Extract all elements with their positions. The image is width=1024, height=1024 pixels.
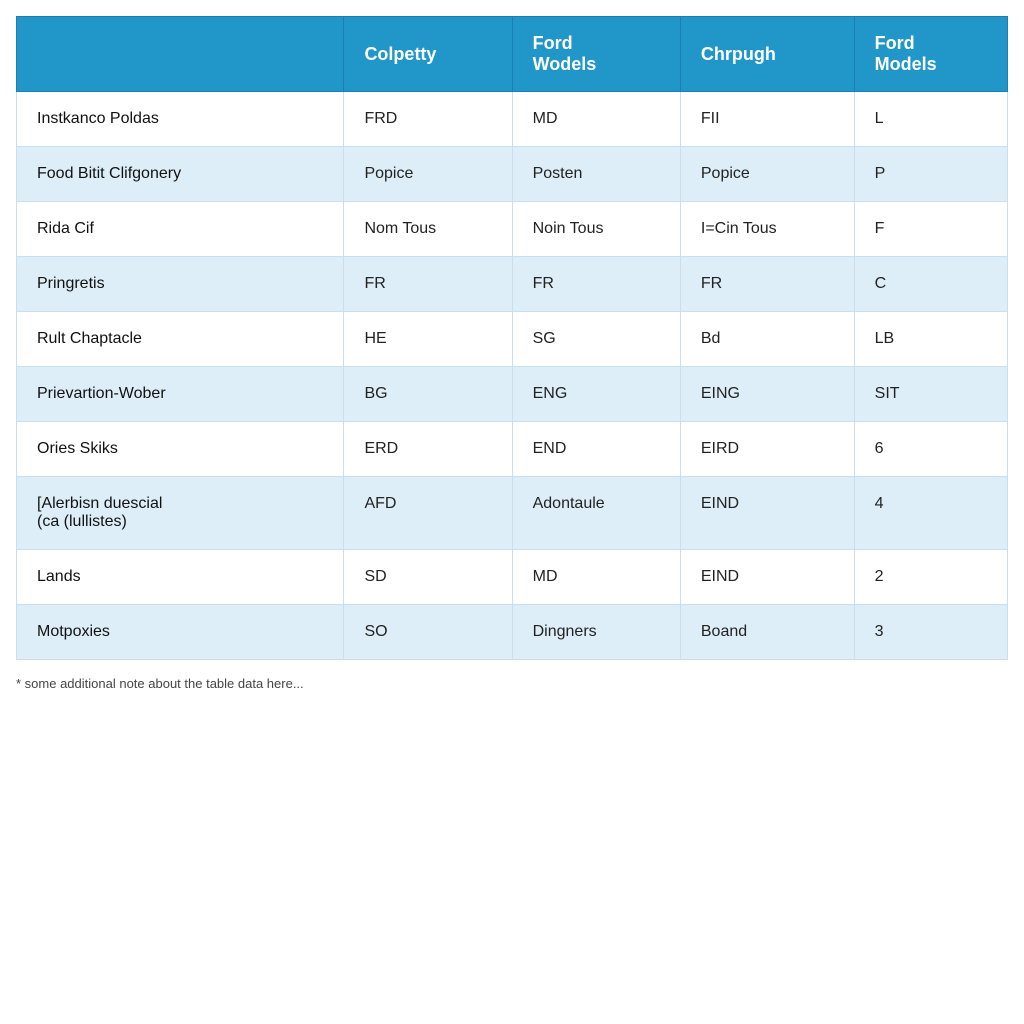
cell-name: Ories Skiks (17, 422, 344, 477)
cell-colpetty: FRD (344, 92, 512, 147)
cell-name: Rida Cif (17, 202, 344, 257)
cell-colpetty: HE (344, 312, 512, 367)
table-container: Colpetty Ford Wodels Chrpugh Ford Models… (16, 16, 1008, 660)
table-row: Food Bitit ClifgoneryPopicePostenPopiceP (17, 147, 1008, 202)
cell-colpetty: SD (344, 550, 512, 605)
cell-ford_models: 4 (854, 477, 1007, 550)
table-row: Ories SkiksERDENDEIRD6 (17, 422, 1008, 477)
cell-ford_models: C (854, 257, 1007, 312)
cell-colpetty: Nom Tous (344, 202, 512, 257)
table-row: Instkanco PoldasFRDMDFIIL (17, 92, 1008, 147)
cell-name: Motpoxies (17, 605, 344, 660)
cell-name: Pringretis (17, 257, 344, 312)
cell-chrpugh: FII (680, 92, 854, 147)
cell-ford_models: 3 (854, 605, 1007, 660)
cell-colpetty: AFD (344, 477, 512, 550)
cell-chrpugh: Boand (680, 605, 854, 660)
cell-ford_wodels: Posten (512, 147, 680, 202)
cell-colpetty: SO (344, 605, 512, 660)
cell-ford_wodels: FR (512, 257, 680, 312)
cell-name: Prievartion-Wober (17, 367, 344, 422)
cell-chrpugh: I=Cin Tous (680, 202, 854, 257)
data-table: Colpetty Ford Wodels Chrpugh Ford Models… (16, 16, 1008, 660)
cell-colpetty: FR (344, 257, 512, 312)
cell-ford_wodels: END (512, 422, 680, 477)
cell-ford_wodels: Noin Tous (512, 202, 680, 257)
cell-ford_wodels: MD (512, 550, 680, 605)
cell-colpetty: ERD (344, 422, 512, 477)
cell-ford_wodels: MD (512, 92, 680, 147)
header-col-chrpugh: Chrpugh (680, 17, 854, 92)
cell-chrpugh: EIND (680, 550, 854, 605)
table-row: MotpoxiesSODingnersBoand3 (17, 605, 1008, 660)
header-col-name (17, 17, 344, 92)
cell-ford_wodels: Adontaule (512, 477, 680, 550)
cell-colpetty: BG (344, 367, 512, 422)
table-row: LandsSDMDEIND2 (17, 550, 1008, 605)
cell-chrpugh: EIND (680, 477, 854, 550)
cell-chrpugh: Bd (680, 312, 854, 367)
table-row: PringretisFRFRFRC (17, 257, 1008, 312)
cell-ford_models: 6 (854, 422, 1007, 477)
cell-chrpugh: EING (680, 367, 854, 422)
footer-note: * some additional note about the table d… (16, 676, 1008, 691)
table-row: [Alerbisn duescial (ca (lullistes)AFDAdo… (17, 477, 1008, 550)
header-row: Colpetty Ford Wodels Chrpugh Ford Models (17, 17, 1008, 92)
cell-ford_wodels: ENG (512, 367, 680, 422)
header-col-colpetty: Colpetty (344, 17, 512, 92)
header-col-ford-models: Ford Models (854, 17, 1007, 92)
cell-ford_wodels: Dingners (512, 605, 680, 660)
cell-ford_models: SIT (854, 367, 1007, 422)
cell-chrpugh: EIRD (680, 422, 854, 477)
cell-chrpugh: Popice (680, 147, 854, 202)
cell-name: Food Bitit Clifgonery (17, 147, 344, 202)
table-row: Rida CifNom TousNoin TousI=Cin TousF (17, 202, 1008, 257)
cell-ford_models: L (854, 92, 1007, 147)
table-row: Rult ChaptacleHESGBdLB (17, 312, 1008, 367)
cell-ford_wodels: SG (512, 312, 680, 367)
cell-name: [Alerbisn duescial (ca (lullistes) (17, 477, 344, 550)
header-col-ford-wodels: Ford Wodels (512, 17, 680, 92)
cell-name: Lands (17, 550, 344, 605)
cell-ford_models: LB (854, 312, 1007, 367)
cell-colpetty: Popice (344, 147, 512, 202)
cell-name: Instkanco Poldas (17, 92, 344, 147)
cell-ford_models: P (854, 147, 1007, 202)
table-row: Prievartion-WoberBGENGEINGSIT (17, 367, 1008, 422)
cell-chrpugh: FR (680, 257, 854, 312)
cell-name: Rult Chaptacle (17, 312, 344, 367)
cell-ford_models: 2 (854, 550, 1007, 605)
cell-ford_models: F (854, 202, 1007, 257)
